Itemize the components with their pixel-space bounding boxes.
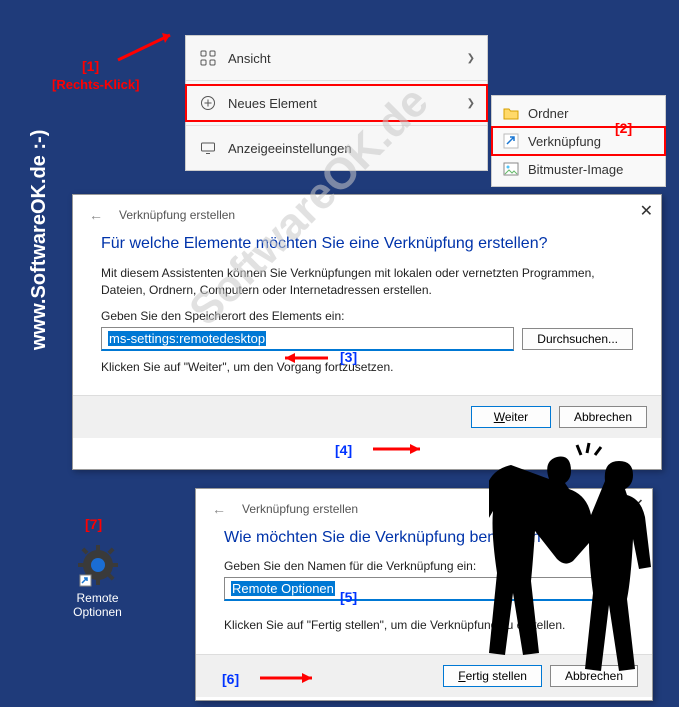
desktop-shortcut-icon[interactable]: Remote Optionen [55,543,140,619]
annotation-3: [3] [340,349,357,365]
dialog-header: ← Verknüpfung erstellen [196,489,652,523]
dialog-title: Wie möchten Sie die Verknüpfung benennen… [224,529,624,547]
display-settings-icon [198,138,218,158]
dialog-hint: Klicken Sie auf "Weiter", um den Vorgang… [101,359,633,376]
arrow-1 [110,25,185,63]
annotation-1-sub: [Rechts-Klick] [52,77,139,92]
dialog-description: Mit diesem Assistenten können Sie Verknü… [101,265,633,299]
annotation-2: [2] [615,120,632,136]
ctx-label: Neues Element [228,96,317,111]
browse-button[interactable]: Durchsuchen... [522,328,633,350]
ctx-item-ansicht[interactable]: Ansicht ❯ [186,40,487,76]
close-icon[interactable]: ✕ [640,201,653,221]
desktop-icon-label: Remote Optionen [55,591,140,619]
next-button[interactable]: Weiter [471,406,551,428]
dialog-footer: Weiter Abbrechen [73,395,661,438]
back-icon[interactable]: ← [212,501,226,517]
separator [186,80,487,81]
watermark-side: www.SoftwareOK.de :-) [28,130,51,350]
annotation-7: [7] [85,516,102,532]
ctx-label: Ansicht [228,51,271,66]
sub-item-ordner[interactable]: Ordner [492,99,665,127]
ctx-label: Anzeigeeinstellungen [228,141,352,156]
separator [186,125,487,126]
annotation-1: [1] [82,58,99,74]
shortcut-icon [502,132,520,150]
sub-label: Ordner [528,106,568,121]
image-icon [502,160,520,178]
dialog-hint: Klicken Sie auf "Fertig stellen", um die… [224,617,624,634]
dialog-title: Für welche Elemente möchten Sie eine Ver… [101,235,633,253]
context-menu: Ansicht ❯ Neues Element ❯ Anzeigeeinstel… [185,35,488,171]
submenu-new: Ordner Verknüpfung Bitmuster-Image [491,95,666,187]
breadcrumb-text: Verknüpfung erstellen [119,208,235,222]
input-label: Geben Sie den Speicherort des Elements e… [101,309,633,323]
annotation-5: [5] [340,589,357,605]
sub-item-bitmuster[interactable]: Bitmuster-Image [492,155,665,183]
ctx-item-neues-element[interactable]: Neues Element ❯ [186,85,487,121]
cancel-button[interactable]: Abbrechen [550,665,638,687]
annotation-6: [6] [222,671,239,687]
sub-label: Bitmuster-Image [528,162,623,177]
arrow-4 [365,440,435,458]
sub-item-verknuepfung[interactable]: Verknüpfung [492,127,665,155]
input-label: Geben Sie den Namen für die Verknüpfung … [224,559,624,573]
dialog-create-shortcut-1: ✕ ← Verknüpfung erstellen Für welche Ele… [72,194,662,470]
name-input[interactable]: Remote Optionen [224,577,604,601]
finish-button[interactable]: Fertig stellen [443,665,542,687]
ctx-item-anzeige[interactable]: Anzeigeeinstellungen [186,130,487,166]
chevron-icon: ❯ [467,98,475,109]
cancel-button[interactable]: Abbrechen [559,406,647,428]
view-icon [198,48,218,68]
breadcrumb-text: Verknüpfung erstellen [242,502,358,516]
arrow-6 [252,669,327,687]
arrow-3 [273,349,333,367]
gear-icon [76,543,120,587]
plus-circle-icon [198,93,218,113]
chevron-icon: ❯ [467,53,475,64]
dialog-header: ← Verknüpfung erstellen [73,195,661,229]
sub-label: Verknüpfung [528,134,601,149]
close-icon[interactable]: ✕ [631,495,644,515]
annotation-4: [4] [335,442,352,458]
location-input[interactable]: ms-settings:remotedesktop [101,327,514,351]
back-icon[interactable]: ← [89,207,103,223]
folder-icon [502,104,520,122]
